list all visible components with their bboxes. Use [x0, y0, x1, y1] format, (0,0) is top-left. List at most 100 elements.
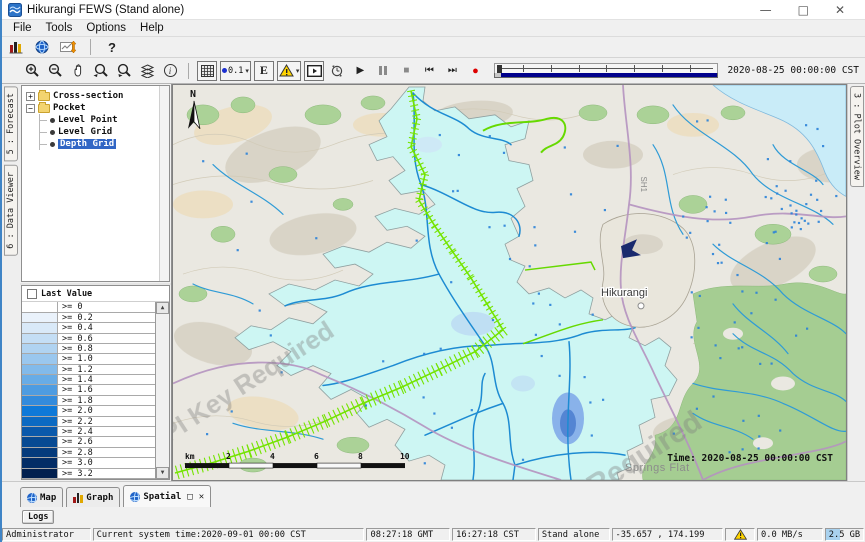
contour-interval-dropdown[interactable]: 0.1 ▾: [220, 61, 251, 81]
legend-row[interactable]: >= 3.2: [22, 469, 155, 479]
legend-row[interactable]: >= 0.2: [22, 313, 155, 323]
step-forward-button[interactable]: ⏭: [442, 61, 462, 81]
legend-row[interactable]: >= 1.2: [22, 365, 155, 375]
layers-icon[interactable]: [137, 61, 157, 81]
status-mode: Stand alone: [538, 528, 610, 541]
pause-button[interactable]: [373, 61, 393, 81]
legend-row[interactable]: >= 1.0: [22, 354, 155, 364]
legend-row[interactable]: >= 1.6: [22, 385, 155, 395]
close-button[interactable]: ✕: [835, 1, 845, 19]
map-viewport[interactable]: API Key Required API Key Required Hikura…: [172, 84, 847, 481]
tab-plot-overview[interactable]: 3 : Plot Overview: [850, 86, 864, 187]
slider-tick: [690, 65, 691, 72]
profile-graph-icon[interactable]: [58, 37, 79, 57]
animation-settings-icon[interactable]: [327, 61, 347, 81]
zoom-in-icon[interactable]: [22, 61, 42, 81]
pause-icon: [379, 66, 387, 75]
play-button[interactable]: ▶: [350, 61, 370, 81]
legend-row[interactable]: >= 1.4: [22, 375, 155, 385]
tab-map[interactable]: Map: [20, 487, 63, 507]
left-tab-strip: 5 : Forecast 6 : Data Viewer: [2, 84, 20, 481]
database-chart-icon[interactable]: [6, 37, 26, 57]
warning-threshold-dropdown[interactable]: ▾: [277, 61, 302, 81]
menu-file[interactable]: File: [6, 22, 39, 34]
legend-row[interactable]: >= 0.6: [22, 334, 155, 344]
legend-row[interactable]: >= 0.4: [22, 323, 155, 333]
tab-data-viewer[interactable]: 6 : Data Viewer: [4, 165, 18, 256]
scroll-up-icon[interactable]: ▲: [156, 302, 169, 314]
town-label: Hikurangi: [601, 287, 647, 299]
legend-row[interactable]: >= 2.2: [22, 417, 155, 427]
legend-class-label: >= 3.2: [58, 469, 93, 478]
warning-icon: [279, 64, 294, 77]
time-slider[interactable]: [494, 61, 718, 81]
expander-plus-icon[interactable]: +: [26, 92, 35, 101]
tab-forecast[interactable]: 5 : Forecast: [4, 86, 18, 161]
legend-color-swatch: [22, 417, 58, 426]
record-button[interactable]: ●: [465, 61, 485, 81]
maximize-button[interactable]: □: [798, 1, 809, 19]
slider-tick: [662, 65, 663, 72]
scroll-down-icon[interactable]: ▼: [156, 467, 169, 479]
legend-row[interactable]: >= 2.6: [22, 437, 155, 447]
map-canvas[interactable]: API Key Required API Key Required Hikura…: [173, 85, 846, 480]
tab-close-icon[interactable]: ✕: [199, 492, 204, 502]
town-marker[interactable]: [638, 303, 644, 309]
folder-icon: [38, 104, 50, 113]
tree-leaf-level-point[interactable]: Level Point: [40, 114, 167, 126]
pan-hand-icon[interactable]: [68, 61, 88, 81]
app-logo-icon: [8, 3, 22, 17]
legend-row[interactable]: >= 0: [22, 302, 155, 312]
expander-minus-icon[interactable]: −: [26, 104, 35, 113]
legend-scrollbar[interactable]: ▲ ▼: [156, 302, 169, 479]
zoom-out-icon[interactable]: [45, 61, 65, 81]
legend-color-swatch: [22, 396, 58, 405]
scroll-track[interactable]: [156, 314, 169, 467]
logs-button[interactable]: Logs: [22, 510, 54, 524]
tree-scrollbar[interactable]: [159, 86, 169, 281]
legend-row[interactable]: >= 2.4: [22, 427, 155, 437]
help-button[interactable]: ?: [102, 37, 122, 57]
tree-leaf-depth-grid[interactable]: Depth Grid: [40, 138, 167, 150]
tree-leaf-level-grid[interactable]: Level Grid: [40, 126, 167, 138]
legend-button[interactable]: E: [254, 61, 274, 81]
tree-node-cross-section[interactable]: + Cross-section: [26, 90, 167, 102]
menu-tools[interactable]: Tools: [39, 22, 80, 34]
legend-row[interactable]: >= 3.0: [22, 458, 155, 468]
info-icon[interactable]: i: [160, 61, 180, 81]
legend-row[interactable]: >= 2.8: [22, 448, 155, 458]
menu-help[interactable]: Help: [133, 22, 171, 34]
grid-layer-button[interactable]: [197, 61, 217, 81]
globe-map-icon[interactable]: [32, 37, 52, 57]
time-span-thumb[interactable]: [495, 73, 501, 77]
legend-color-swatch: [22, 313, 58, 322]
animation-export-button[interactable]: [304, 61, 324, 81]
slider-tick: [579, 65, 580, 72]
warning-icon: [734, 529, 747, 540]
step-back-button[interactable]: ⏮: [419, 61, 439, 81]
legend-row[interactable]: >= 0.8: [22, 344, 155, 354]
stop-button[interactable]: ■: [396, 61, 416, 81]
tab-graph[interactable]: Graph: [66, 487, 120, 507]
bottom-tab-bar: Map Graph Spatial □ ✕: [2, 481, 865, 507]
menu-options[interactable]: Options: [79, 22, 133, 34]
svg-text:6: 6: [314, 452, 319, 461]
slider-handle[interactable]: [497, 65, 502, 73]
time-slider-track[interactable]: [494, 63, 718, 73]
svg-text:4: 4: [270, 452, 275, 461]
slider-tick: [551, 65, 552, 72]
svg-text:km: km: [185, 452, 195, 461]
minimize-button[interactable]: —: [760, 1, 772, 19]
zoom-next-icon[interactable]: [114, 61, 134, 81]
tree-node-pocket[interactable]: − Pocket: [26, 102, 167, 114]
legend-row[interactable]: >= 2.0: [22, 406, 155, 416]
status-warning-indicator[interactable]: [725, 528, 755, 541]
tab-maximize-icon[interactable]: □: [187, 492, 192, 502]
legend-color-swatch: [22, 334, 58, 343]
legend-color-swatch: [22, 469, 58, 478]
legend-row[interactable]: >= 1.8: [22, 396, 155, 406]
globe-icon: [130, 492, 140, 502]
last-value-checkbox[interactable]: [27, 289, 37, 299]
zoom-previous-icon[interactable]: [91, 61, 111, 81]
tab-spatial[interactable]: Spatial □ ✕: [123, 485, 211, 507]
